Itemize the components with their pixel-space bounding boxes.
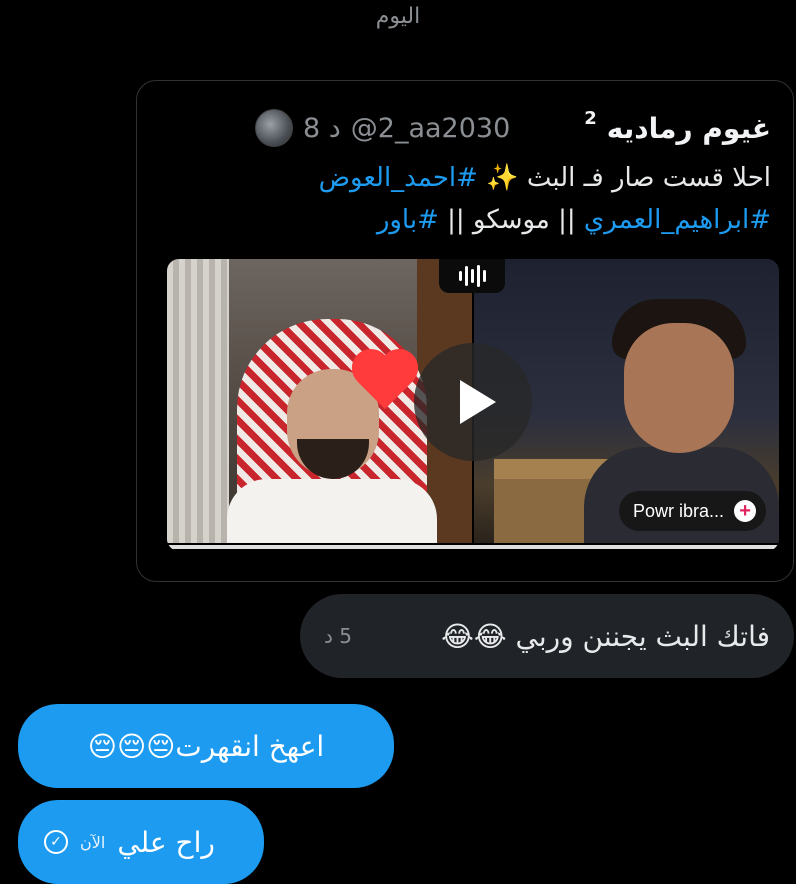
audio-bar	[470, 269, 474, 283]
check-circle-icon: ✓	[44, 830, 68, 854]
tweet-text-part: احلا قست صار فـ البث ✨	[477, 163, 771, 193]
hashtag-link[interactable]: #احمد_العوض	[319, 163, 478, 193]
tweet-video[interactable]: Powr ibra... +	[167, 259, 779, 551]
message-text: فاتك البث يجننن وربي 😂😂	[441, 619, 770, 653]
audio-bar	[458, 271, 462, 281]
message-sent[interactable]: ✓ الآن راح علي	[18, 800, 264, 884]
person-right-face	[624, 323, 734, 453]
message-text: راح علي	[117, 825, 215, 859]
message-text: اعهخ انقهرت😔😔😔	[87, 729, 325, 763]
curtain	[167, 259, 229, 543]
play-icon	[460, 380, 496, 424]
heart-icon	[351, 351, 421, 413]
audio-bar	[476, 265, 480, 287]
day-separator: اليوم	[375, 4, 421, 29]
tweet-time: 8 د	[302, 112, 341, 144]
author-handle[interactable]: @2_aa2030	[351, 113, 510, 144]
shared-tweet-card[interactable]: غيوم رماديه 2 @2_aa2030 8 د احلا قست صار…	[136, 80, 794, 582]
tweet-text-part: || موسكو ||	[438, 205, 584, 235]
audio-bar	[464, 266, 468, 286]
message-time: 5 د	[324, 624, 352, 648]
audio-bar	[482, 270, 486, 282]
tweet-text: احلا قست صار فـ البث ✨ #احمد_العوض #ابرا…	[171, 157, 771, 241]
tweet-header: غيوم رماديه 2 @2_aa2030 8 د	[254, 107, 771, 147]
plus-icon[interactable]: +	[734, 500, 757, 522]
live-chip-label: Powr ibra...	[633, 500, 725, 521]
message-received[interactable]: 5 د فاتك البث يجننن وربي 😂😂	[300, 594, 794, 678]
message-sent[interactable]: اعهخ انقهرت😔😔😔	[18, 704, 394, 788]
message-time: الآن	[80, 832, 106, 852]
audio-wave-icon[interactable]	[439, 259, 505, 293]
author-superscript: 2	[584, 107, 597, 129]
author-name[interactable]: غيوم رماديه	[607, 112, 771, 145]
video-progress-bar[interactable]	[167, 545, 779, 549]
hashtag-link[interactable]: #ابراهيم_العمري	[584, 205, 771, 235]
thobe	[227, 479, 437, 549]
play-button[interactable]	[414, 343, 532, 461]
avatar[interactable]	[254, 109, 293, 147]
hashtag-link[interactable]: #باور	[377, 205, 439, 235]
live-chip[interactable]: Powr ibra... +	[619, 491, 767, 531]
